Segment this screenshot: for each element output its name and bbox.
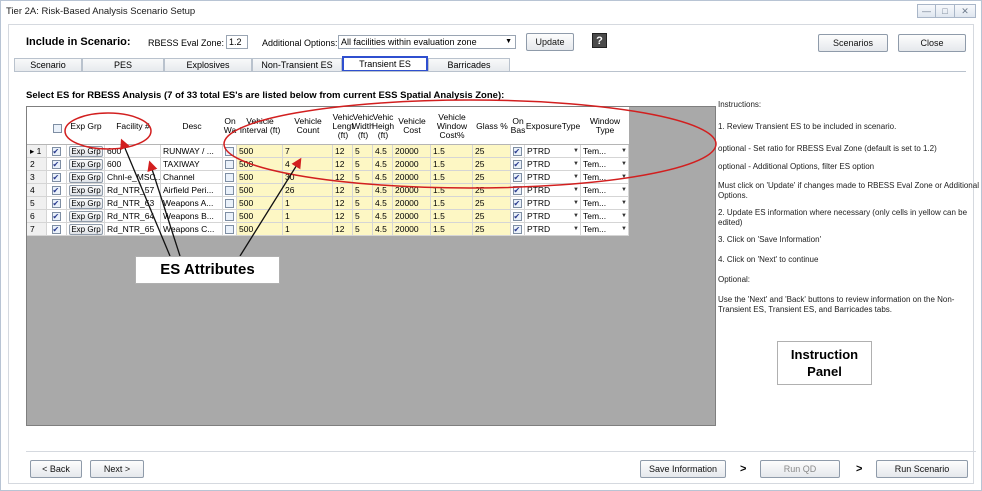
flow-arrow-2: > [856, 463, 863, 475]
save-information-button[interactable]: Save Information [640, 460, 726, 478]
run-qd-button[interactable]: Run QD [760, 460, 840, 478]
exp-grp-highlight-ellipse [64, 112, 152, 150]
back-button[interactable]: < Back [30, 460, 82, 478]
instruction-panel-callout-line1: Instruction [790, 347, 859, 362]
run-scenario-button[interactable]: Run Scenario [876, 460, 968, 478]
annotation-arrow-exp-grp [120, 138, 171, 257]
annotation-arrow-facility [147, 160, 181, 257]
es-attributes-callout: ES Attributes [135, 256, 280, 284]
footer-divider [26, 451, 976, 452]
instruction-panel-callout: Instruction Panel [777, 341, 872, 385]
annotation-arrow-attributes [239, 157, 302, 257]
annotation-overlay [64, 99, 717, 257]
flow-arrow-1: > [740, 463, 747, 475]
next-button[interactable]: Next > [90, 460, 144, 478]
instruction-panel-callout-line2: Panel [807, 364, 842, 379]
es-attributes-highlight-ellipse [223, 99, 717, 189]
